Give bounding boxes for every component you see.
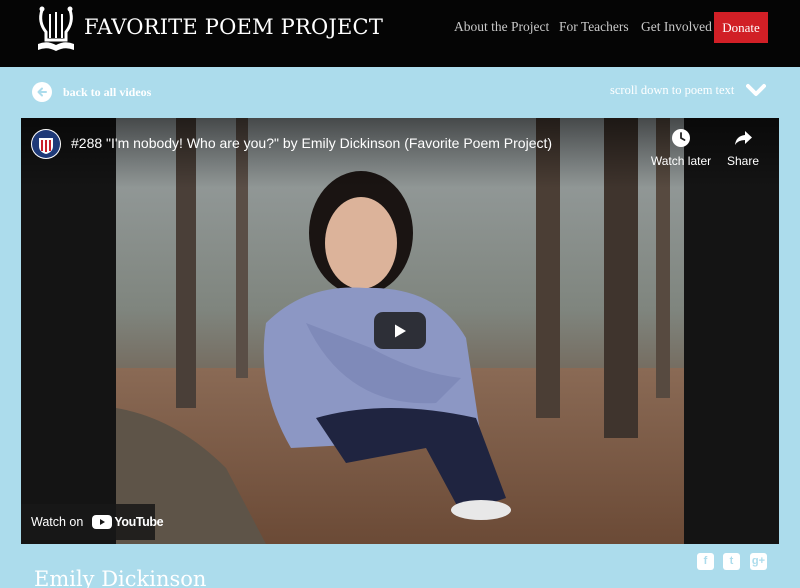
share-arrow-icon bbox=[735, 131, 752, 145]
scroll-to-poem-link[interactable]: scroll down to poem text bbox=[610, 82, 767, 98]
youtube-logo: YouTube bbox=[92, 515, 164, 529]
clock-icon bbox=[672, 129, 690, 147]
nav-for-teachers[interactable]: For Teachers bbox=[559, 19, 629, 35]
play-button[interactable] bbox=[374, 312, 426, 349]
nav-about-project[interactable]: About the Project bbox=[454, 19, 549, 35]
watch-on-youtube-button[interactable]: Watch on YouTube bbox=[21, 504, 164, 540]
facebook-share-icon[interactable]: f bbox=[697, 553, 714, 570]
share-button[interactable]: Share bbox=[713, 128, 773, 168]
watch-later-label: Watch later bbox=[650, 154, 712, 168]
arrow-left-circle-icon bbox=[32, 82, 52, 102]
channel-avatar[interactable] bbox=[31, 129, 61, 159]
video-player[interactable]: #288 "I'm nobody! Who are you?" by Emily… bbox=[21, 118, 779, 544]
poet-name-heading: Emily Dickinson bbox=[34, 567, 207, 588]
site-header: FAVORITE POEM PROJECT About the Project … bbox=[0, 0, 800, 67]
twitter-share-icon[interactable]: t bbox=[723, 553, 740, 570]
watch-on-label: Watch on bbox=[31, 515, 84, 529]
scroll-to-poem-label: scroll down to poem text bbox=[610, 82, 735, 97]
video-title[interactable]: #288 "I'm nobody! Who are you?" by Emily… bbox=[71, 135, 552, 151]
youtube-play-icon bbox=[92, 515, 113, 529]
googleplus-share-icon[interactable]: g+ bbox=[750, 553, 767, 570]
youtube-wordmark: YouTube bbox=[114, 515, 164, 529]
lyre-book-icon[interactable] bbox=[34, 4, 78, 52]
play-icon bbox=[395, 324, 406, 337]
nav-get-involved[interactable]: Get Involved bbox=[641, 19, 712, 35]
back-to-videos-label: back to all videos bbox=[63, 84, 152, 99]
site-title[interactable]: FAVORITE POEM PROJECT bbox=[84, 15, 383, 39]
back-to-videos-link[interactable]: back to all videos bbox=[32, 82, 151, 102]
watch-later-button[interactable]: Watch later bbox=[651, 128, 711, 168]
chevron-down-icon bbox=[746, 84, 767, 96]
share-label: Share bbox=[726, 154, 760, 168]
donate-button[interactable]: Donate bbox=[714, 12, 768, 43]
